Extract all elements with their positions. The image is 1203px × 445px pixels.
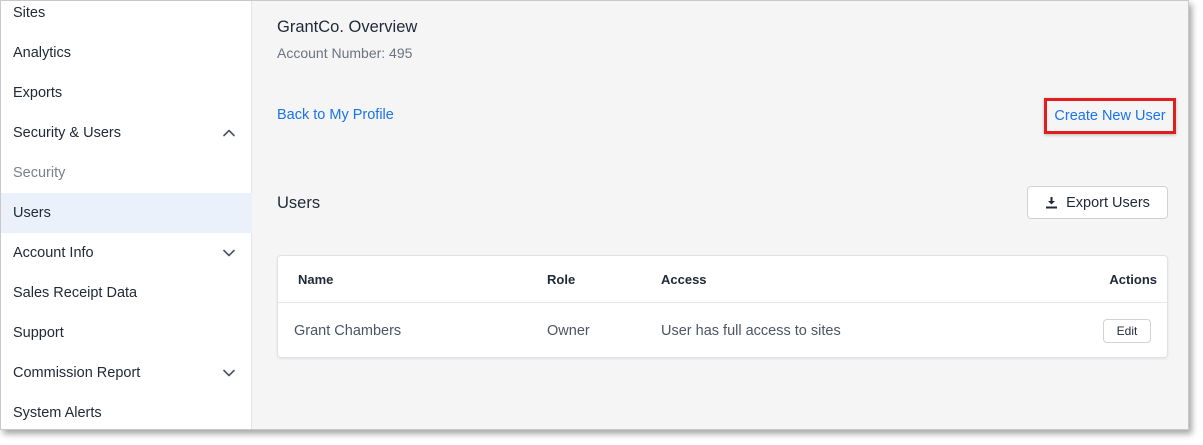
- sidebar-item-support[interactable]: Support: [1, 313, 252, 353]
- chevron-up-icon[interactable]: [222, 126, 236, 140]
- sidebar-item-security-users[interactable]: Security & Users: [1, 113, 252, 153]
- users-table: Name Role Access Actions Grant Chambers …: [277, 255, 1168, 358]
- sidebar-item-label: Exports: [13, 85, 63, 101]
- sidebar-item-account-info[interactable]: Account Info: [1, 233, 252, 273]
- sidebar-item-users[interactable]: Users: [1, 193, 252, 233]
- chevron-down-icon[interactable]: [222, 246, 236, 260]
- sidebar-item-label: Users: [13, 205, 51, 221]
- sidebar-item-label: Commission Report: [13, 365, 141, 381]
- sidebar-item-label: System Alerts: [13, 405, 102, 421]
- back-to-profile-link[interactable]: Back to My Profile: [277, 107, 394, 123]
- edit-user-button[interactable]: Edit: [1103, 319, 1151, 343]
- sidebar-item-label: Sales Receipt Data: [13, 285, 138, 301]
- chevron-down-icon[interactable]: [222, 366, 236, 380]
- user-access: User has full access to sites: [661, 323, 841, 339]
- sidebar-item-system-alerts[interactable]: System Alerts: [1, 393, 252, 429]
- column-header-actions: Actions: [1109, 272, 1157, 287]
- sidebar-item-security[interactable]: Security: [1, 153, 252, 193]
- users-heading: Users: [277, 194, 321, 212]
- sidebar-item-label: Support: [13, 325, 64, 341]
- sidebar-item-label: Analytics: [13, 45, 72, 61]
- export-users-label: Export Users: [1066, 194, 1150, 211]
- download-icon: [1046, 197, 1058, 209]
- user-role: Owner: [547, 323, 590, 339]
- sidebar-item-label: Security & Users: [13, 125, 121, 141]
- column-header-name: Name: [298, 272, 334, 287]
- sidebar-item-label: Security: [13, 165, 66, 181]
- user-name-link[interactable]: Grant Chambers: [294, 323, 401, 339]
- account-number: Account Number: 495: [277, 45, 413, 61]
- app-window: Sites Analytics Exports Security & Users…: [0, 0, 1189, 430]
- export-users-button[interactable]: Export Users: [1027, 186, 1168, 219]
- sidebar-item-label: Account Info: [13, 245, 94, 261]
- sidebar-item-commission-report[interactable]: Commission Report: [1, 353, 252, 393]
- header-divider: [278, 302, 1167, 303]
- column-header-access: Access: [661, 272, 707, 287]
- column-header-role: Role: [547, 272, 576, 287]
- create-user-highlight: Create New User: [1044, 98, 1176, 134]
- sidebar-item-sales-receipt-data[interactable]: Sales Receipt Data: [1, 273, 252, 313]
- page-title: GrantCo. Overview: [277, 18, 418, 36]
- main-content: GrantCo. Overview Account Number: 495 Ba…: [253, 1, 1188, 429]
- sidebar-item-analytics[interactable]: Analytics: [1, 33, 252, 73]
- sidebar-item-exports[interactable]: Exports: [1, 73, 252, 113]
- sidebar-item-label: Sites: [13, 5, 46, 21]
- sidebar: Sites Analytics Exports Security & Users…: [1, 1, 252, 429]
- sidebar-item-sites[interactable]: Sites: [1, 1, 252, 33]
- create-new-user-link[interactable]: Create New User: [1054, 108, 1165, 124]
